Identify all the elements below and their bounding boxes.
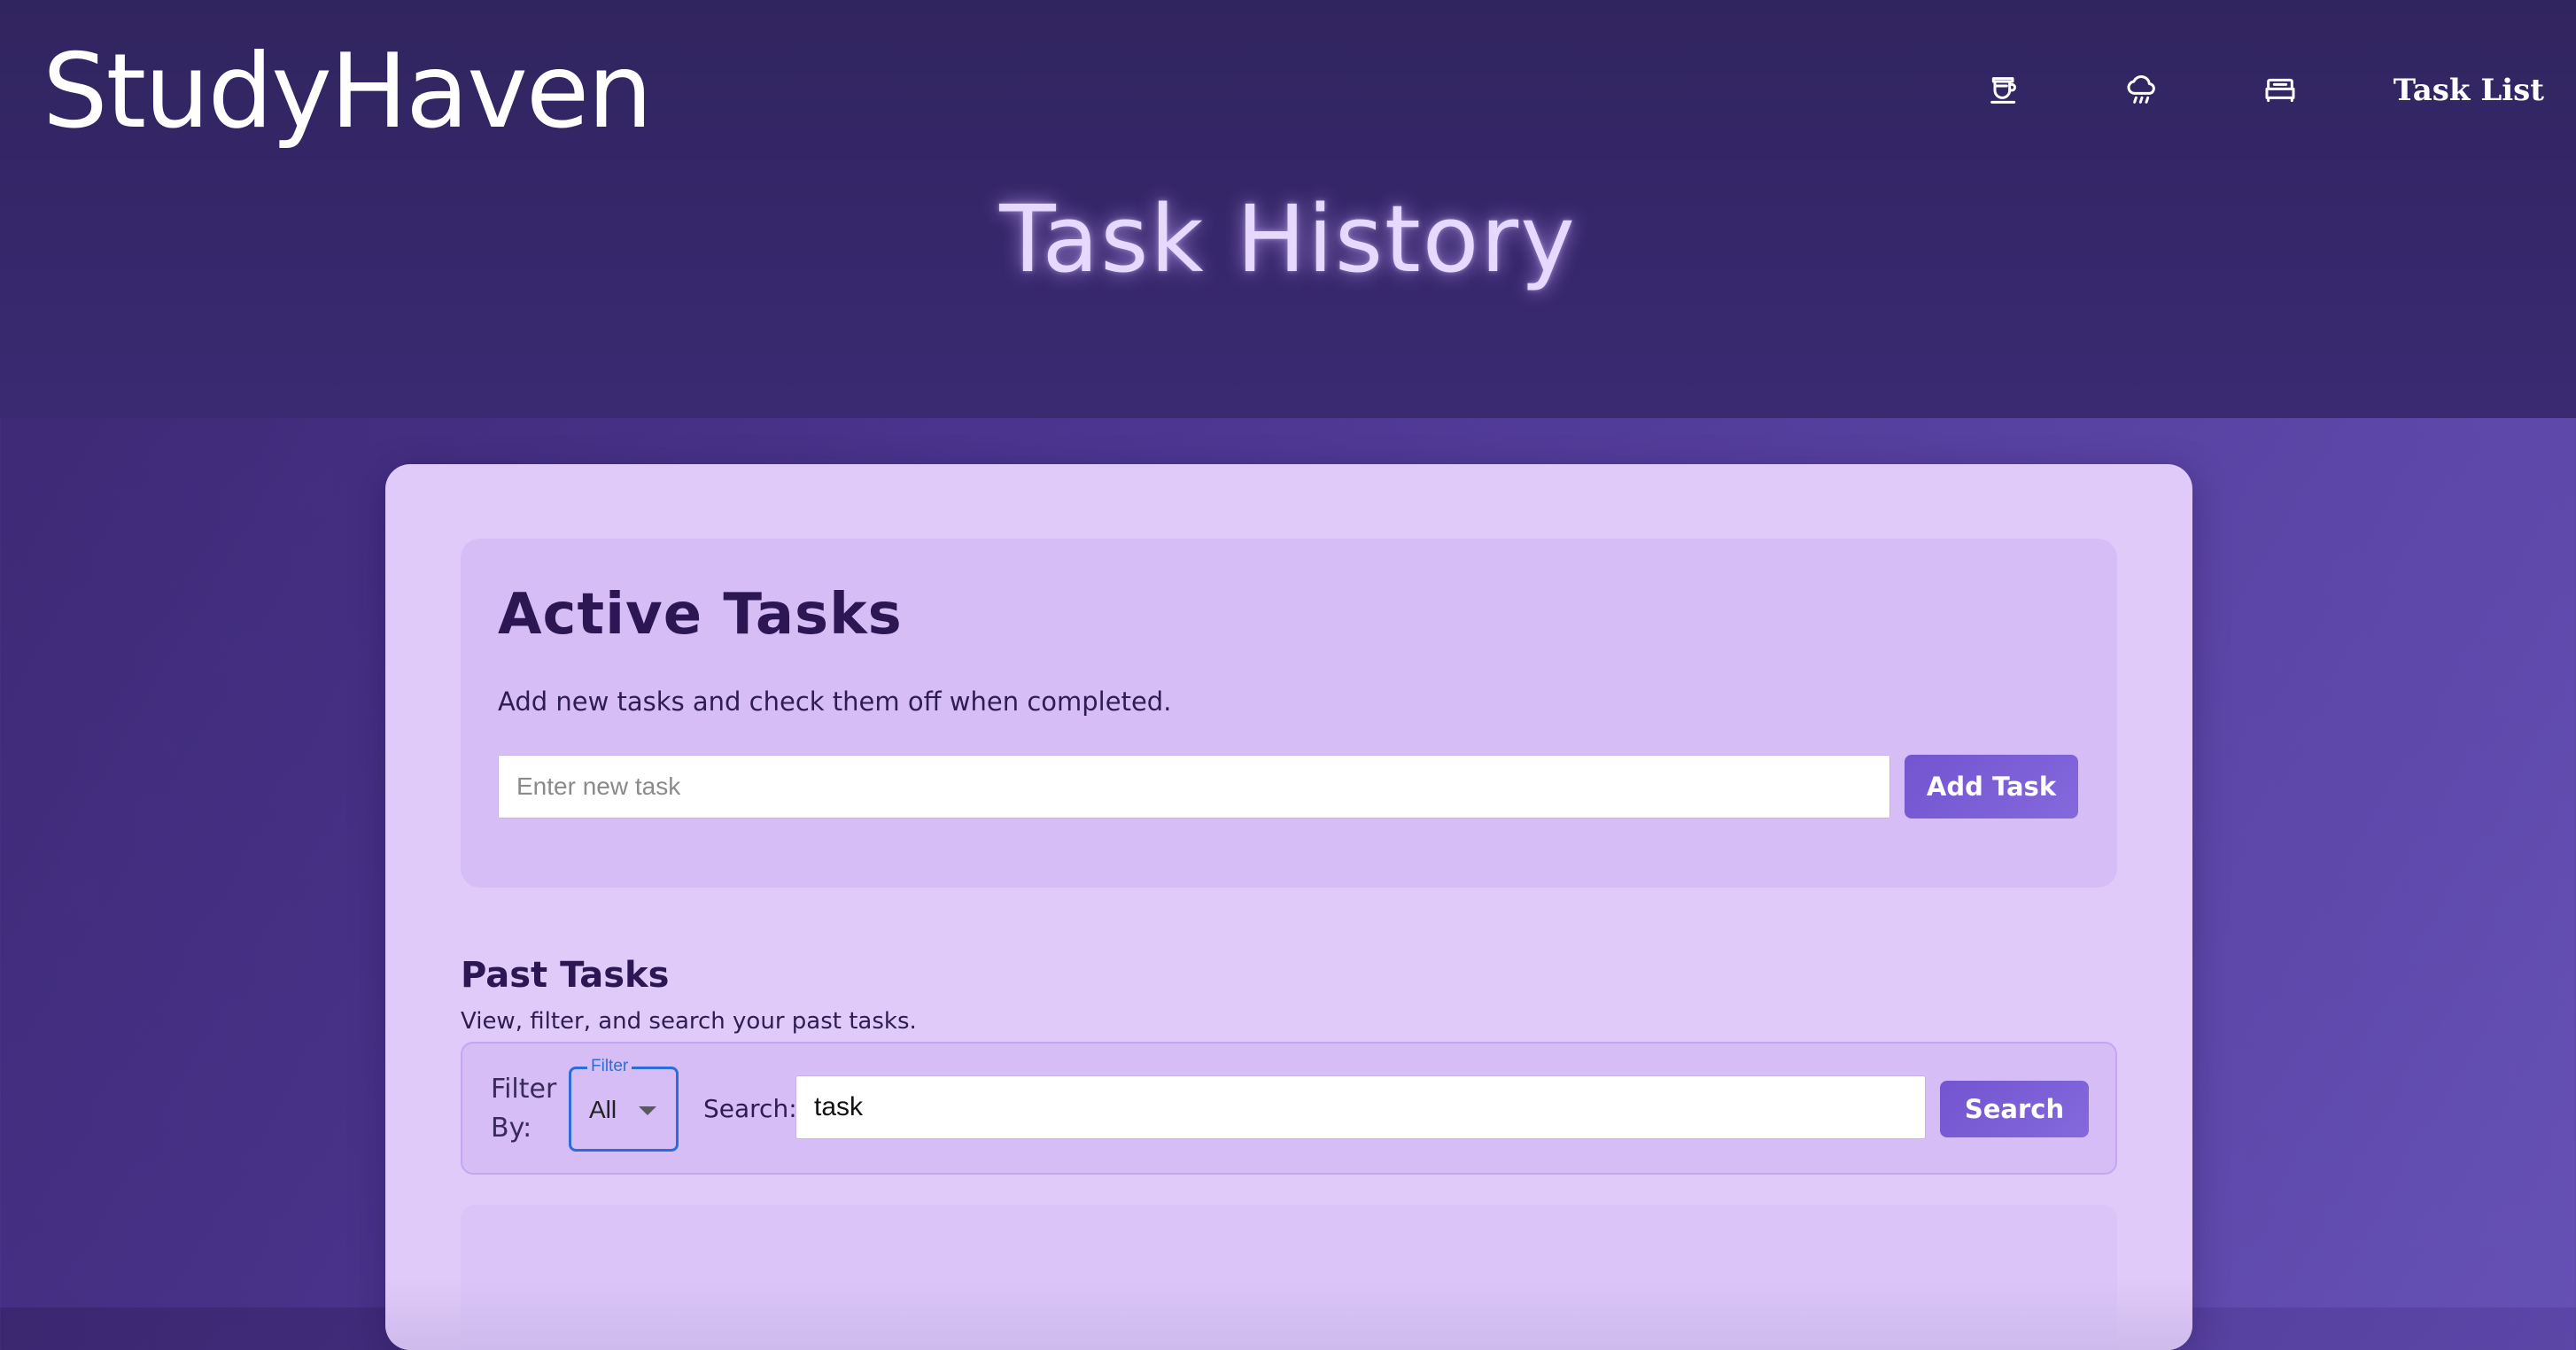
filter-legend: Filter: [587, 1057, 632, 1076]
top-nav: Task List: [1979, 58, 2544, 122]
site-header: StudyHaven Task List Task History: [0, 0, 2576, 418]
add-task-button[interactable]: Add Task: [1905, 755, 2078, 819]
active-tasks-section: Active Tasks Add new tasks and check the…: [461, 539, 2117, 888]
chevron-down-icon: [639, 1106, 656, 1115]
search-label: Search:: [703, 1094, 797, 1123]
new-task-input[interactable]: [498, 755, 1890, 819]
past-tasks-description: View, filter, and search your past tasks…: [461, 1008, 917, 1035]
filter-by-label: Filter By:: [491, 1074, 557, 1144]
rain-cloud-icon[interactable]: [2117, 66, 2167, 115]
cup-icon[interactable]: [1979, 66, 2029, 115]
past-tasks-title: Past Tasks: [461, 955, 670, 996]
bed-icon[interactable]: [2255, 66, 2305, 115]
active-tasks-title: Active Tasks: [498, 582, 903, 648]
task-history-card: Active Tasks Add new tasks and check the…: [385, 464, 2192, 1350]
past-tasks-filter-bar: Filter By: Filter All Search: Search: [461, 1042, 2117, 1175]
filter-selected-value: All: [589, 1096, 617, 1123]
search-input[interactable]: [795, 1075, 1926, 1139]
site-logo[interactable]: StudyHaven: [43, 30, 653, 154]
active-tasks-description: Add new tasks and check them off when co…: [498, 687, 1172, 717]
page-title: Task History: [999, 185, 1577, 293]
search-button[interactable]: Search: [1940, 1081, 2089, 1137]
nav-task-list-link[interactable]: Task List: [2394, 73, 2544, 108]
filter-select[interactable]: Filter All: [569, 1057, 679, 1152]
scroll-fade: [385, 1279, 2192, 1350]
